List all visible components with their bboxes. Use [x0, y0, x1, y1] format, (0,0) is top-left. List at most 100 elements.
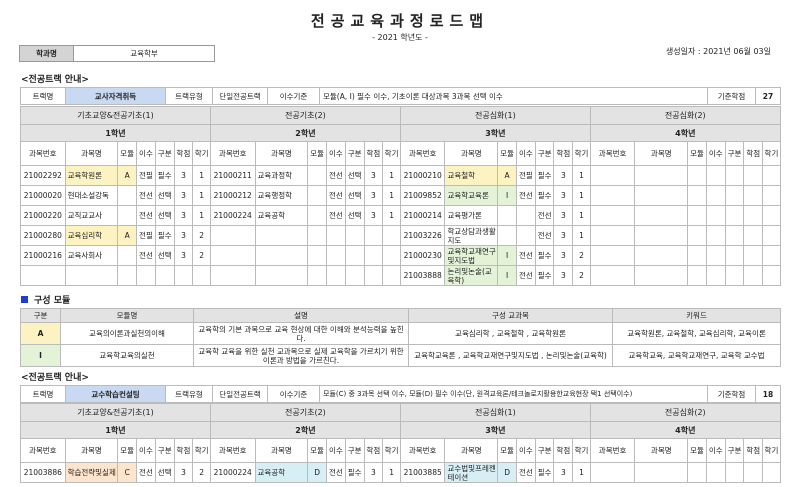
column-header-hakgi: 학기 [382, 438, 401, 463]
cell-hakjeom: 3 [363, 165, 384, 186]
cell-gubun: 필수 [344, 462, 365, 483]
cell-gubun: 선택 [154, 185, 175, 206]
cell-hakgi [762, 165, 781, 186]
column-header-name: 과목명 [444, 438, 499, 463]
cell-hakgi: 1 [382, 185, 401, 206]
cell-hakjeom: 3 [173, 205, 194, 226]
track-type-value: 단일전공트랙 [212, 87, 268, 105]
column-header-no: 과목번호 [399, 141, 446, 166]
column-header-hakgi: 학기 [572, 438, 591, 463]
cell-gubun [724, 165, 745, 186]
cell-isu: 전선 [136, 185, 156, 206]
cell-hakjeom: 3 [173, 245, 194, 266]
cell-name [634, 185, 689, 206]
criteria-label: 이수기준 [267, 87, 320, 105]
column-header-isu: 이수 [326, 438, 346, 463]
cell-isu: 전필 [136, 225, 156, 246]
cell-hakgi: 2 [192, 245, 211, 266]
cell-module: I [497, 245, 517, 266]
cell-gubun: 선택 [154, 205, 175, 226]
column-header-module: 모듈 [117, 141, 138, 166]
column-header-module: 모듈 [117, 438, 138, 463]
table-row: 21003886 학습전략및실제 C 전선 선택 3 2 21000224 교육공학 D 전선 필수 3… [20, 462, 781, 483]
track-type-value: 단일전공트랙 [212, 385, 268, 403]
cell-hakjeom: 3 [173, 165, 194, 186]
cell-no [589, 205, 636, 226]
cell-module [687, 165, 707, 186]
cell-hakjeom: 3 [553, 225, 574, 246]
cell-name: 교육학교육론 [444, 185, 499, 206]
cell-gubun [724, 185, 745, 206]
cell-isu: 전필 [515, 165, 536, 186]
cell-name: 교직교교사 [64, 205, 119, 226]
cell-hakgi: 1 [382, 165, 401, 186]
group-header: 기초교양&전공기초(1) [20, 106, 211, 125]
modules-title-text: 구성 모듈 [34, 296, 71, 306]
cell-hakjeom [743, 205, 764, 226]
column-header-isu: 이수 [136, 141, 156, 166]
cell-isu: 전선 [515, 265, 536, 286]
cell-module [307, 245, 328, 266]
cell-module: A [117, 165, 138, 186]
year-header: 3학년 [399, 421, 591, 439]
cell-hakgi: 2 [572, 265, 591, 286]
column-header-gubun: 구분 [344, 438, 365, 463]
column-header-hakjeom: 학점 [553, 438, 574, 463]
column-header-gubun: 구분 [154, 141, 175, 166]
cell-no [209, 245, 256, 266]
cell-hakgi [762, 265, 781, 286]
cell-module: A [497, 165, 517, 186]
table-row: 21002292 교육학원론 A 전필 필수 3 1 21000211 교육과정학 전선 선택 3 1 2… [20, 165, 781, 186]
column-header-isu: 이수 [705, 141, 726, 166]
cell-name: 교육과정학 [254, 165, 309, 186]
cell-isu: 전필 [136, 165, 156, 186]
module-row: A 교육의이론과실천의이해 교육학의 기본 과목으로 교육 현상에 대한 이해와… [20, 322, 781, 345]
cell-isu [705, 165, 726, 186]
column-header-isu: 이수 [515, 438, 536, 463]
dept-box: 학과명 교육학부 [19, 45, 215, 62]
year-header: 2학년 [209, 421, 401, 439]
cell-gubun: 필수 [534, 245, 555, 266]
table-row: 21000020 현대소설강독 전선 선택 3 1 21000212 교육행정학 전선 선택 3 1 2… [20, 185, 781, 206]
cell-gubun: 필수 [154, 225, 175, 246]
module-name: 교육의이론과실천의이해 [60, 322, 194, 345]
cell-gubun [724, 205, 745, 226]
cell-gubun: 필수 [534, 265, 555, 286]
cell-gubun [344, 245, 365, 266]
cell-no: 21000211 [209, 165, 256, 186]
cell-gubun [154, 265, 175, 286]
cell-module [117, 265, 138, 286]
cell-name: 교육공학 [254, 462, 309, 483]
cell-no: 21002292 [20, 165, 66, 186]
cell-gubun [724, 462, 745, 483]
cell-hakgi [762, 245, 781, 266]
column-header-isu: 이수 [705, 438, 726, 463]
cell-name: 교육사회사 [64, 245, 119, 266]
cell-module: A [117, 225, 138, 246]
group-header: 기초교양&전공기초(1) [20, 403, 211, 422]
year-header: 1학년 [20, 124, 211, 142]
column-header-module: 모듈 [307, 141, 328, 166]
column-header-name: 과목명 [634, 438, 689, 463]
criteria-value: 모듈(C) 중 3과목 선택 이수, 모듈(D) 필수 이수(단, 원격교육론/… [319, 385, 708, 403]
column-header-hakjeom: 학점 [553, 141, 574, 166]
cell-isu [515, 205, 536, 226]
group-header: 전공심화(2) [589, 106, 781, 125]
cell-hakgi: 1 [572, 185, 591, 206]
column-header-name: 과목명 [64, 438, 119, 463]
cell-no [209, 265, 256, 286]
column-header-hakgi: 학기 [192, 438, 211, 463]
track-name: 교수학습컨설팅 [65, 385, 166, 403]
table-row: 21000280 교육심리학 A 전필 필수 3 2 21003226 학교상담과생활지도 전선 3… [20, 225, 781, 246]
column-header-no: 과목번호 [209, 141, 256, 166]
column-header-isu: 이수 [136, 438, 156, 463]
cell-gubun: 전선 [534, 205, 555, 226]
credits-label: 기준학점 [707, 87, 756, 105]
cell-hakjeom [363, 225, 384, 246]
cell-hakjeom: 3 [553, 205, 574, 226]
cell-no [589, 225, 636, 246]
cell-isu: 전선 [136, 245, 156, 266]
module-code: A [20, 322, 61, 345]
cell-hakjeom [173, 265, 194, 286]
column-header-gubun: 구분 [344, 141, 365, 166]
